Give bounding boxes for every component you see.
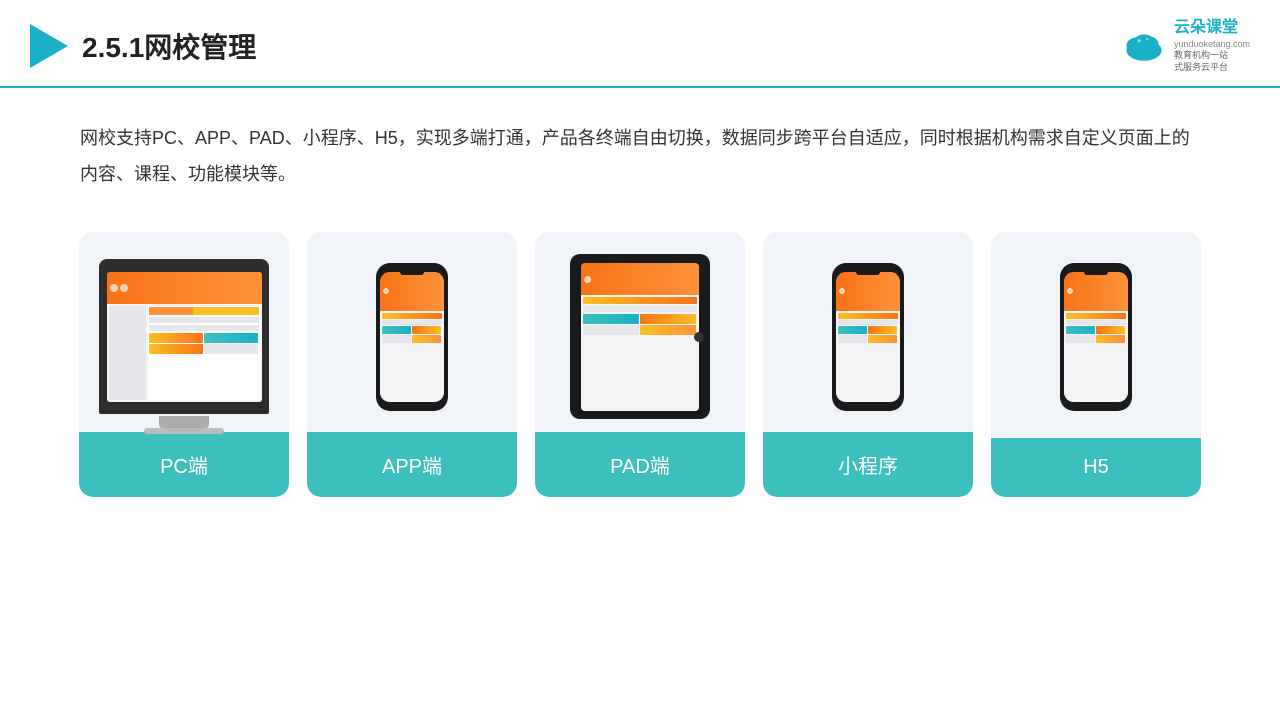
card-app: APP端 [307,232,517,497]
header-left: 2.5.1网校管理 [30,24,256,68]
card-h5-label: H5 [991,438,1201,497]
brand-domain: yunduoketang.com [1174,39,1250,51]
card-miniapp-image [763,232,973,432]
card-app-image [307,232,517,432]
card-pc-label: PC端 [79,432,289,497]
desktop-mockup [99,259,269,414]
card-app-label: APP端 [307,432,517,497]
tablet-mockup [570,254,710,419]
description-text: 网校支持PC、APP、PAD、小程序、H5，实现多端打通，产品各终端自由切换，数… [0,88,1280,192]
cards-container: PC端 [0,202,1280,497]
play-icon [30,24,68,68]
card-miniapp: 小程序 [763,232,973,497]
phone-mockup-app [376,263,448,411]
card-h5-image [991,232,1201,432]
card-pad-label: PAD端 [535,432,745,497]
card-pc-image [79,232,289,432]
page-header: 2.5.1网校管理 云朵课堂 yunduoketang.com 教育机构一站式服… [0,0,1280,88]
card-miniapp-label: 小程序 [763,432,973,497]
brand-logo: 云朵课堂 yunduoketang.com 教育机构一站式服务云平台 [1120,18,1250,74]
cloud-icon [1120,28,1168,64]
brand-name: 云朵课堂 [1174,18,1250,39]
brand-tagline: 教育机构一站式服务云平台 [1174,50,1250,73]
card-pad-image [535,232,745,432]
phone-mockup-h5 [1060,263,1132,411]
brand-text: 云朵课堂 yunduoketang.com 教育机构一站式服务云平台 [1174,18,1250,74]
card-h5: H5 [991,232,1201,497]
card-pc: PC端 [79,232,289,497]
card-pad: PAD端 [535,232,745,497]
page-title: 2.5.1网校管理 [82,26,256,66]
phone-mockup-miniapp [832,263,904,411]
